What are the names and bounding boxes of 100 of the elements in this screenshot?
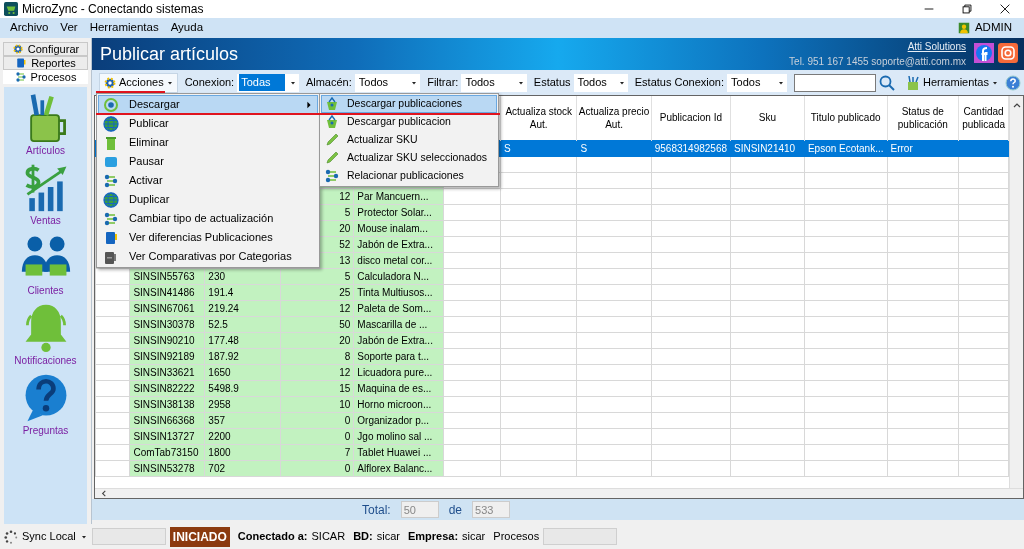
sidebar-tab[interactable]: Procesos [3, 70, 88, 84]
nav-item[interactable]: Clientes [4, 231, 87, 301]
nav-item[interactable]: Preguntas [4, 371, 87, 441]
table-row[interactable]: SINSIN41486 191.4 25 Tinta Multiusos... [95, 284, 1009, 300]
scroll-left-icon[interactable] [99, 489, 108, 498]
table-row[interactable]: SINSIN13727 2200 0 Jgo molino sal ... [95, 428, 1009, 444]
menu-item[interactable]: Archivo [4, 19, 55, 37]
sidebar-tab[interactable]: Reportes [3, 56, 88, 70]
table-cell: 702 [208, 462, 226, 474]
table-cell: S [504, 142, 511, 154]
table-cell: 1650 [208, 366, 231, 378]
table-row[interactable]: SINSIN38138 2958 10 Horno microon... [95, 396, 1009, 412]
trash-icon [103, 134, 119, 151]
field-label: Conectado a: [237, 529, 308, 545]
nav-item[interactable]: Ventas [4, 161, 87, 231]
table-cell: 5 [344, 270, 351, 282]
restore-icon[interactable] [960, 2, 974, 16]
column-header[interactable]: Publicacion Id [652, 111, 730, 125]
nodes-icon [324, 168, 340, 184]
instagram-icon[interactable] [998, 43, 1018, 63]
gear-icon [103, 75, 117, 90]
table-cell: Paleta de Som... [357, 302, 432, 314]
column-header[interactable]: Actualiza precio Aut. [578, 104, 650, 131]
menu-item[interactable]: Herramientas [83, 19, 165, 37]
table-cell: Jgo molino sal ... [357, 430, 433, 442]
menu-item[interactable]: Activar [98, 171, 318, 190]
dropdown-value: Todos [730, 75, 762, 91]
column-header[interactable]: Sku [732, 111, 803, 125]
sync-dropdown[interactable]: Sync Local [22, 528, 88, 545]
table-row[interactable]: ComTab73150 1800 7 Tablet Huawei ... [95, 444, 1009, 460]
column-header[interactable]: Status de publicación [888, 104, 958, 131]
menu-item[interactable]: Ver [54, 19, 84, 37]
nodes-icon [103, 210, 119, 227]
table-row[interactable]: SINSIN33621 1650 12 Licuadora pure... [95, 364, 1009, 380]
table-row[interactable]: SINSIN67061 219.24 12 Paleta de Som... [95, 300, 1009, 316]
table-cell: Soporte para t... [357, 350, 430, 362]
menu-item[interactable]: Descargar publicacion [321, 113, 497, 131]
table-row[interactable]: SINSIN53278 702 0 Alflorex Balanc... [95, 460, 1009, 476]
filter-dropdown[interactable]: Todos [573, 73, 628, 92]
nav-item[interactable]: Notificaciones [4, 301, 87, 371]
nodes-icon [14, 71, 27, 83]
table-cell: 2200 [208, 430, 231, 442]
table-row[interactable]: SINSIN82222 5498.9 15 Maquina de es... [95, 380, 1009, 396]
menu-item[interactable]: Ayuda [164, 19, 210, 37]
field-value: SICAR [311, 529, 346, 545]
filter-dropdown[interactable]: Todos [727, 73, 787, 92]
tools-dropdown[interactable]: Herramientas [901, 72, 1002, 93]
table-row[interactable]: SINSIN90210 177.48 20 Jabón de Extra... [95, 332, 1009, 348]
table-cell: SINSIN66368 [133, 414, 195, 426]
table-cell: 15 [339, 382, 351, 394]
filter-label: Estatus [533, 75, 571, 91]
field-label: BD: [353, 529, 373, 545]
user-label[interactable]: ADMIN [974, 19, 1012, 37]
facebook-icon[interactable] [974, 43, 994, 63]
actions-dropdown[interactable]: Acciones [99, 72, 178, 93]
table-cell: SINSIN90210 [133, 334, 195, 346]
sidebar-tab[interactable]: Configurar [3, 42, 88, 56]
table-cell: 20 [339, 222, 351, 234]
company-link[interactable]: Atti Solutions [907, 39, 966, 54]
table-cell: 50 [339, 318, 351, 330]
filter-label: Conexion: [184, 75, 235, 91]
column-header[interactable]: Titulo publicado [805, 111, 886, 125]
table-cell: 13 [339, 254, 351, 266]
table-cell: 12 [339, 366, 351, 378]
column-header[interactable]: Actualiza stock Aut. [502, 104, 576, 131]
table-cell: 2958 [208, 398, 231, 410]
app-icon [4, 2, 18, 16]
table-cell: Alflorex Balanc... [357, 462, 433, 474]
basket-icon [324, 96, 340, 112]
search-field[interactable] [793, 73, 876, 92]
column-header[interactable]: Cantidad publicada [960, 104, 1008, 131]
table-cell: SINSIN53278 [133, 462, 195, 474]
filter-dropdown[interactable]: Todos [461, 73, 527, 92]
table-cell: Calculadora N... [357, 270, 430, 282]
table-cell: SINSIN30378 [133, 318, 195, 330]
table-cell: Tablet Huawei ... [357, 446, 432, 458]
globe-icon [103, 191, 119, 208]
close-icon[interactable] [998, 2, 1012, 16]
table-row[interactable]: SINSIN66368 357 0 Organizador p... [95, 412, 1009, 428]
table-cell: 219.24 [208, 302, 239, 314]
user-icon [956, 21, 971, 35]
menu-item[interactable]: Descargar publicaciones [321, 95, 497, 113]
table-cell: SINSIN33621 [133, 366, 195, 378]
nodes-icon [103, 172, 119, 189]
filter-dropdown[interactable]: Todos [354, 73, 421, 92]
help-icon[interactable] [1005, 74, 1021, 91]
table-row[interactable]: SINSIN30378 52.5 50 Mascarilla de ... [95, 316, 1009, 332]
table-row[interactable]: SINSIN92189 187.92 8 Soporte para t... [95, 348, 1009, 364]
nav-item[interactable]: Artículos [4, 91, 87, 161]
filter-dropdown[interactable]: Todas [237, 73, 299, 92]
window-title: MicroZync - Conectando sistemas [22, 1, 204, 18]
table-row[interactable]: SINSIN55763 230 5 Calculadora N... [95, 268, 1009, 284]
table-cell: Jabón de Extra... [357, 238, 433, 250]
refresh-icon [103, 96, 119, 113]
total-label: Total: [362, 501, 391, 519]
total-count-field: 533 [472, 501, 511, 518]
highlight-underline [96, 91, 165, 93]
search-icon[interactable] [878, 74, 895, 91]
menu-item[interactable]: Relacionar publicaciones [321, 167, 497, 185]
table-cell: SINSIN38138 [133, 398, 195, 410]
